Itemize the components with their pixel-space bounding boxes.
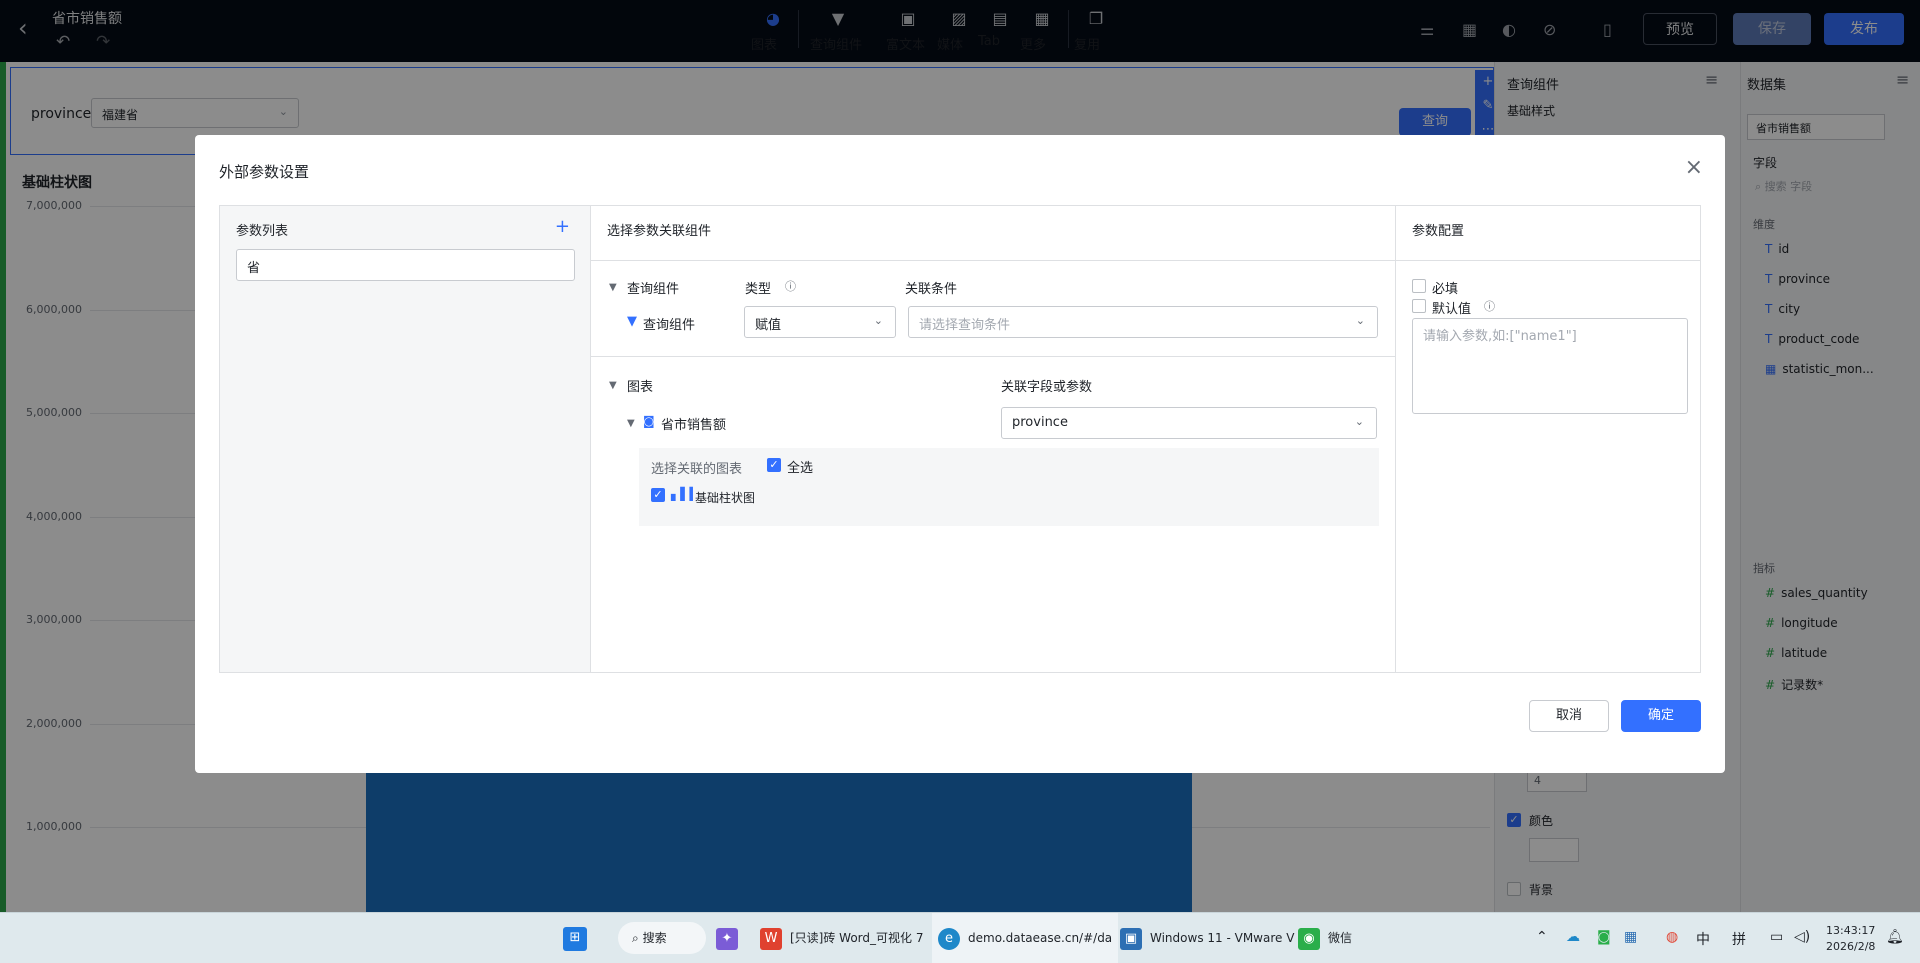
param-name-input[interactable]: 省 — [236, 249, 575, 281]
taskbar-search[interactable]: ⌕ 搜索 — [618, 922, 706, 954]
config-title: 参数配置 — [1412, 224, 1465, 239]
edge-icon: e — [938, 927, 960, 950]
close-icon[interactable]: × — [1685, 155, 1703, 180]
info-icon[interactable]: ⓘ — [1484, 298, 1495, 314]
select-all-label: 全选 — [787, 461, 814, 476]
default-placeholder: 请输入参数,如:["name1"] — [1423, 329, 1577, 344]
chevron-up-icon[interactable]: ⌃ — [1536, 929, 1548, 945]
chart-group-label: 图表 — [627, 380, 654, 395]
dialog-title: 外部参数设置 — [219, 163, 310, 181]
required-label: 必填 — [1432, 282, 1459, 297]
assoc-panel: 选择参数关联组件 ▼ 查询组件 类型 ⓘ 关联条件 ▼ 查询组件 赋值 ⌄ 请选… — [591, 206, 1395, 672]
clock-time: 13:43:17 — [1826, 924, 1876, 937]
taskbar-app-wechat[interactable]: ◉ 微信 — [1298, 913, 1352, 963]
select-all-checkbox[interactable]: ✓ — [767, 458, 781, 472]
chart-option-label: 基础柱状图 — [695, 491, 756, 505]
chevron-down-icon: ⌄ — [873, 314, 883, 327]
caret-down-icon[interactable]: ▼ — [609, 380, 617, 391]
info-icon[interactable]: ⓘ — [785, 278, 796, 294]
ime-indicator[interactable]: 中 — [1696, 929, 1710, 949]
required-checkbox[interactable] — [1412, 279, 1426, 293]
ime-mode[interactable]: 拼 — [1732, 929, 1746, 949]
chart-checkbox[interactable]: ✓ — [651, 488, 665, 502]
default-checkbox[interactable] — [1412, 299, 1426, 313]
external-params-dialog: 外部参数设置 × 参数列表 + 省 选择参数关联组件 ▼ 查询组件 类型 ⓘ 关… — [195, 135, 1725, 773]
chart-icon: ◙ — [643, 414, 655, 428]
caret-down-icon[interactable]: ▼ — [627, 418, 635, 429]
type-select-value: 赋值 — [755, 318, 782, 333]
volume-icon[interactable]: ◁) — [1794, 929, 1810, 945]
taskbar-clock[interactable]: 13:43:17 2026/2/8 — [1826, 923, 1875, 955]
default-value-textarea[interactable]: 请输入参数,如:["name1"] — [1412, 318, 1688, 414]
tray-app-icon[interactable]: ◍ — [1666, 929, 1678, 945]
chart-select-box: 选择关联的图表 ✓ 全选 ✓ ▖▌▍ 基础柱状图 — [639, 448, 1379, 526]
network-icon[interactable]: ▭ — [1770, 929, 1783, 945]
start-button[interactable]: ⊞ — [563, 913, 595, 963]
taskbar-app-label: [只读]砖 Word_可视化 7 — [790, 931, 924, 945]
wechat-icon: ◉ — [1298, 927, 1320, 950]
divider — [1396, 260, 1701, 261]
taskbar-app-label: demo.dataease.cn/#/da — [968, 931, 1113, 945]
param-list-title: 参数列表 — [236, 224, 289, 239]
param-name-value: 省 — [247, 261, 261, 276]
taskbar-app-edge[interactable]: e demo.dataease.cn/#/da — [932, 913, 1119, 963]
divider — [591, 260, 1395, 261]
confirm-button[interactable]: 确定 — [1621, 700, 1701, 732]
dialog-body: 参数列表 + 省 选择参数关联组件 ▼ 查询组件 类型 ⓘ 关联条件 ▼ 查询组… — [219, 205, 1701, 673]
condition-placeholder: 请选择查询条件 — [919, 318, 1011, 333]
divider — [591, 356, 1395, 357]
type-label: 类型 — [745, 282, 772, 297]
taskbar-search-label: 搜索 — [642, 931, 667, 945]
field-select-value: province — [1012, 415, 1068, 430]
default-label: 默认值 — [1432, 302, 1472, 317]
taskbar-app-label: 微信 — [1328, 931, 1353, 945]
copilot-icon: ✦ — [716, 927, 738, 950]
desktop-screen: ‹ 省市销售额 ↶ ↷ ◕ 图表 ▼ 查询组件 ▣ 富文本 ▨ 媒体 ▤ Tab… — [0, 0, 1920, 963]
chart-item-label: 省市销售额 — [661, 418, 727, 433]
select-chart-label: 选择关联的图表 — [651, 462, 743, 477]
type-select[interactable]: 赋值 ⌄ — [744, 306, 896, 338]
bell-icon[interactable]: 🔔︎ — [1886, 929, 1904, 945]
add-param-icon[interactable]: + — [555, 216, 570, 237]
wechat-tray-icon[interactable]: ◙ — [1597, 929, 1611, 945]
wps-icon: W — [760, 927, 782, 950]
windows-taskbar: ⊞ ⌕ 搜索 ✦ W [只读]砖 Word_可视化 7 e demo.dataeas… — [0, 912, 1920, 963]
filter-icon: ▼ — [627, 314, 637, 329]
tray-app-icon[interactable]: ▦ — [1624, 929, 1637, 945]
field-select[interactable]: province ⌄ — [1001, 407, 1377, 439]
cloud-icon[interactable]: ☁ — [1566, 929, 1580, 945]
windows-icon: ⊞ — [563, 926, 587, 951]
caret-down-icon[interactable]: ▼ — [609, 282, 617, 293]
condition-label: 关联条件 — [905, 282, 958, 297]
chevron-down-icon: ⌄ — [1355, 314, 1365, 327]
taskbar-app-wps[interactable]: W [只读]砖 Word_可视化 7 — [760, 913, 923, 963]
query-group-label: 查询组件 — [627, 282, 680, 297]
vmware-icon: ▣ — [1120, 927, 1142, 950]
chevron-down-icon: ⌄ — [1354, 415, 1364, 428]
taskbar-app-vmware[interactable]: ▣ Windows 11 - VMware V — [1120, 913, 1294, 963]
cancel-button[interactable]: 取消 — [1529, 700, 1609, 732]
search-icon: ⌕ — [632, 931, 639, 945]
field-label: 关联字段或参数 — [1001, 380, 1093, 395]
condition-select[interactable]: 请选择查询条件 ⌄ — [908, 306, 1378, 338]
config-panel: 参数配置 必填 默认值 ⓘ 请输入参数,如:["name1"] — [1395, 206, 1701, 672]
taskbar-app-label: Windows 11 - VMware V — [1150, 931, 1295, 945]
query-item-label: 查询组件 — [643, 318, 696, 333]
param-list-panel: 参数列表 + 省 — [220, 206, 591, 672]
assoc-title: 选择参数关联组件 — [607, 224, 712, 239]
copilot-app[interactable]: ✦ — [716, 913, 746, 963]
clock-date: 2026/2/8 — [1826, 940, 1876, 953]
